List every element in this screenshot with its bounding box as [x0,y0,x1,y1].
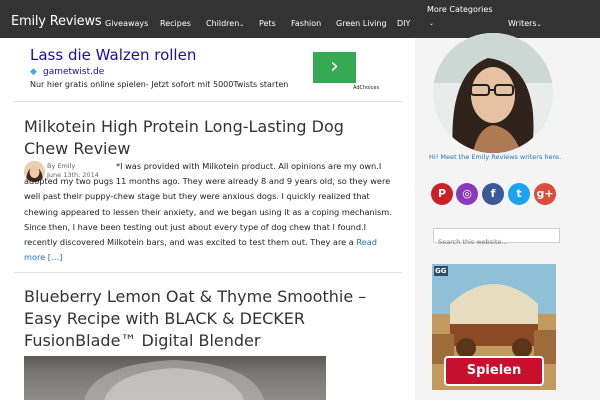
nav-recipes[interactable]: Recipes [160,19,191,29]
instagram-icon[interactable]: ◎ [456,183,478,205]
search-field[interactable] [433,228,560,249]
top-navigation-bar: Emily Reviews Giveaways Recipes Children… [0,0,600,38]
nav-green-living[interactable]: Green Living [336,19,387,29]
nav-fashion[interactable]: Fashion [291,19,321,29]
diamond-icon: ◆ [30,67,37,77]
adchoices-label[interactable]: AdChoices [353,84,379,92]
ad-description: Nur hier gratis online spielen- Jetzt so… [30,80,289,89]
nav-writers[interactable]: Writers⌄ [508,19,542,30]
chevron-down-icon: ⌄ [239,21,245,28]
nav-giveaways[interactable]: Giveaways [105,19,148,29]
pinterest-icon[interactable]: P [431,183,453,205]
ad-url[interactable]: gametwist.de [43,66,104,78]
search-input[interactable] [434,235,559,249]
game-logo: GG [435,267,447,275]
nav-pets[interactable]: Pets [259,19,276,29]
google-plus-icon[interactable]: g+ [534,183,556,205]
post-title[interactable]: Blueberry Lemon Oat & Thyme Smoothie – E… [24,286,384,352]
post-featured-image[interactable] [24,356,326,400]
chevron-down-icon: ⌄ [429,20,435,27]
game-ad-banner[interactable]: GG Spielen [432,264,556,390]
spielen-button[interactable]: Spielen [444,356,544,386]
twitter-icon[interactable]: t [508,183,530,205]
nav-more-categories[interactable]: More Categories [427,5,493,15]
post-excerpt: *I was provided with Milkotein product. … [24,161,392,263]
ad-title[interactable]: Lass die Walzen rollen [30,46,196,64]
nav-diy[interactable]: DIY [397,19,410,29]
chevron-down-icon: ⌄ [536,21,542,28]
site-title[interactable]: Emily Reviews [11,14,102,30]
meet-writers-link[interactable]: Hi! Meet the Emily Reviews writers here. [429,153,561,161]
ad-banner[interactable]: Lass die Walzen rollen ◆ gametwist.de Nu… [14,40,402,102]
nav-children[interactable]: Children⌄ [206,19,244,30]
post-title[interactable]: Milkotein High Protein Long-Lasting Dog … [24,116,384,160]
writer-profile-photo[interactable] [433,33,553,153]
post-divider [14,272,402,273]
facebook-icon[interactable]: f [482,183,504,205]
chevron-right-icon[interactable]: › [313,52,356,83]
